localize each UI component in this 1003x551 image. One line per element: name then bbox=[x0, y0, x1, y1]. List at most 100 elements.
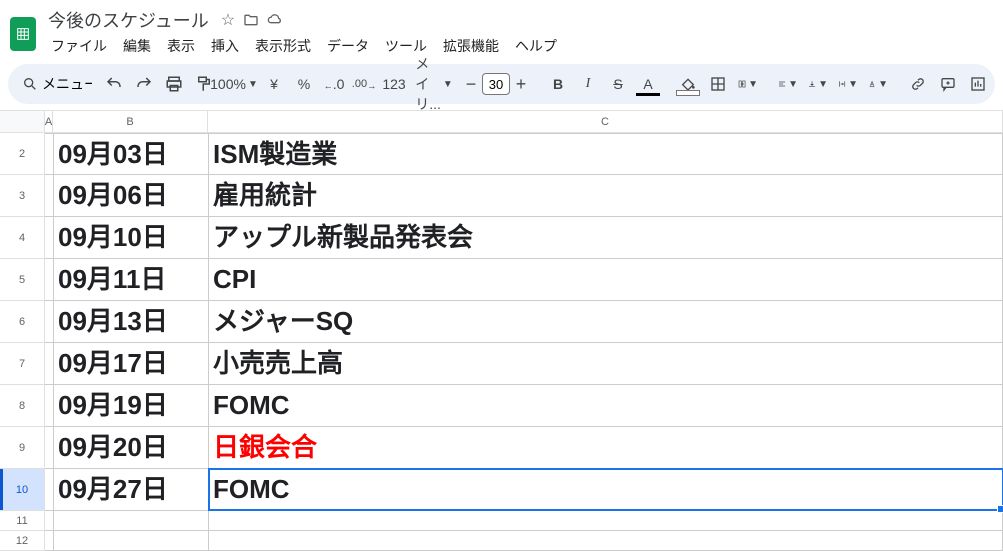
bold-button[interactable]: B bbox=[544, 70, 572, 98]
strikethrough-button[interactable]: S bbox=[604, 70, 632, 98]
menu-extensions[interactable]: 拡張機能 bbox=[436, 34, 506, 58]
cell[interactable] bbox=[45, 217, 54, 258]
cell-date[interactable]: 09月11日 bbox=[54, 259, 209, 300]
cell-event[interactable]: メジャーSQ bbox=[209, 301, 1003, 342]
cell[interactable] bbox=[45, 259, 54, 300]
cell-event[interactable]: アップル新製品発表会 bbox=[209, 217, 1003, 258]
percent-button[interactable]: % bbox=[290, 70, 318, 98]
row-header[interactable]: 9 bbox=[0, 427, 45, 469]
sheets-logo-icon[interactable] bbox=[10, 17, 36, 51]
row-header[interactable]: 8 bbox=[0, 385, 45, 427]
cell-event[interactable]: ISM製造業 bbox=[209, 134, 1003, 174]
menu-search-input[interactable] bbox=[42, 76, 92, 92]
font-family-dropdown[interactable]: メイリ...▼ bbox=[420, 70, 448, 98]
borders-icon bbox=[710, 76, 726, 92]
col-header-c[interactable]: C bbox=[208, 111, 1003, 133]
cell[interactable] bbox=[209, 511, 1003, 530]
row-header[interactable]: 4 bbox=[0, 217, 45, 259]
currency-button[interactable]: ¥ bbox=[260, 70, 288, 98]
italic-button[interactable]: I bbox=[574, 70, 602, 98]
col-header-a[interactable]: A bbox=[45, 111, 53, 133]
cell-date[interactable]: 09月06日 bbox=[54, 175, 209, 216]
zoom-dropdown[interactable]: 100%▼ bbox=[220, 70, 248, 98]
star-icon[interactable]: ☆ bbox=[221, 10, 235, 30]
cell[interactable] bbox=[45, 427, 54, 468]
menu-edit[interactable]: 編集 bbox=[116, 34, 158, 58]
table-row: 09月20日日銀会合 bbox=[45, 427, 1003, 469]
search-icon bbox=[22, 76, 38, 92]
toolbar: 100%▼ ¥ % ←.0 .00→ 123 メイリ...▼ − + B I S… bbox=[8, 64, 995, 104]
col-header-b[interactable]: B bbox=[53, 111, 208, 133]
font-size-decrease[interactable]: − bbox=[460, 72, 482, 96]
increase-decimal-button[interactable]: .00→ bbox=[350, 70, 378, 98]
vertical-align-button[interactable]: ▼ bbox=[804, 70, 832, 98]
cell-event[interactable]: 雇用統計 bbox=[209, 175, 1003, 216]
select-all-corner[interactable] bbox=[0, 111, 45, 133]
cell-event[interactable]: FOMC bbox=[209, 385, 1003, 426]
cell[interactable] bbox=[45, 469, 54, 510]
borders-button[interactable] bbox=[704, 70, 732, 98]
move-folder-icon[interactable] bbox=[243, 12, 259, 28]
text-wrap-button[interactable]: ▼ bbox=[834, 70, 862, 98]
menu-help[interactable]: ヘルプ bbox=[508, 34, 564, 58]
number-format-dropdown[interactable]: 123 bbox=[380, 70, 408, 98]
cell[interactable] bbox=[45, 301, 54, 342]
row-header[interactable]: 10 bbox=[0, 469, 45, 511]
table-row: 09月19日FOMC bbox=[45, 385, 1003, 427]
menu-file[interactable]: ファイル bbox=[44, 34, 114, 58]
cell[interactable] bbox=[45, 531, 54, 550]
row-header[interactable]: 7 bbox=[0, 343, 45, 385]
menu-view[interactable]: 表示 bbox=[160, 34, 202, 58]
undo-button[interactable] bbox=[100, 70, 128, 98]
text-rotation-button[interactable]: ▼ bbox=[864, 70, 892, 98]
cell-date[interactable]: 09月20日 bbox=[54, 427, 209, 468]
cell-event[interactable]: CPI bbox=[209, 259, 1003, 300]
insert-comment-button[interactable] bbox=[934, 70, 962, 98]
row-header[interactable]: 2 bbox=[0, 133, 45, 175]
cell-date[interactable]: 09月03日 bbox=[54, 134, 209, 174]
merge-cells-button[interactable]: ▼ bbox=[734, 70, 762, 98]
menu-data[interactable]: データ bbox=[320, 34, 376, 58]
fill-color-button[interactable] bbox=[674, 70, 702, 98]
cell[interactable] bbox=[209, 531, 1003, 550]
spreadsheet-grid: 23456789101112 A B C 09月03日ISM製造業09月06日雇… bbox=[0, 110, 1003, 551]
row-header[interactable]: 5 bbox=[0, 259, 45, 301]
doc-title[interactable]: 今後のスケジュール bbox=[44, 6, 213, 34]
row-header[interactable]: 3 bbox=[0, 175, 45, 217]
cell-date[interactable]: 09月27日 bbox=[54, 469, 209, 510]
cell-event[interactable]: FOMC bbox=[209, 469, 1003, 510]
font-size-input[interactable] bbox=[482, 73, 510, 95]
row-header[interactable]: 6 bbox=[0, 301, 45, 343]
row-header[interactable]: 11 bbox=[0, 511, 45, 531]
cell[interactable] bbox=[45, 511, 54, 530]
menu-format[interactable]: 表示形式 bbox=[248, 34, 318, 58]
horizontal-align-button[interactable]: ▼ bbox=[774, 70, 802, 98]
cell[interactable] bbox=[45, 385, 54, 426]
cell-date[interactable]: 09月13日 bbox=[54, 301, 209, 342]
table-row: 09月10日アップル新製品発表会 bbox=[45, 217, 1003, 259]
cell[interactable] bbox=[54, 531, 209, 550]
font-size-increase[interactable]: + bbox=[510, 72, 532, 96]
cell-event[interactable]: 小売売上高 bbox=[209, 343, 1003, 384]
text-color-button[interactable]: A bbox=[634, 70, 662, 98]
insert-chart-button[interactable] bbox=[964, 70, 992, 98]
redo-button[interactable] bbox=[130, 70, 158, 98]
cell-date[interactable]: 09月19日 bbox=[54, 385, 209, 426]
cell-date[interactable]: 09月10日 bbox=[54, 217, 209, 258]
cloud-status-icon[interactable] bbox=[267, 12, 283, 28]
cell[interactable] bbox=[45, 343, 54, 384]
cell[interactable] bbox=[45, 175, 54, 216]
menu-insert[interactable]: 挿入 bbox=[204, 34, 246, 58]
row-header[interactable]: 12 bbox=[0, 531, 45, 551]
insert-link-button[interactable] bbox=[904, 70, 932, 98]
cell-date[interactable]: 09月17日 bbox=[54, 343, 209, 384]
cell[interactable] bbox=[45, 134, 54, 174]
font-size-control: − + bbox=[460, 72, 532, 96]
redo-icon bbox=[135, 75, 153, 93]
table-row bbox=[45, 531, 1003, 551]
cell-event[interactable]: 日銀会合 bbox=[209, 427, 1003, 468]
print-button[interactable] bbox=[160, 70, 188, 98]
cell[interactable] bbox=[54, 511, 209, 530]
decrease-decimal-button[interactable]: ←.0 bbox=[320, 70, 348, 98]
menu-search[interactable] bbox=[16, 76, 98, 92]
